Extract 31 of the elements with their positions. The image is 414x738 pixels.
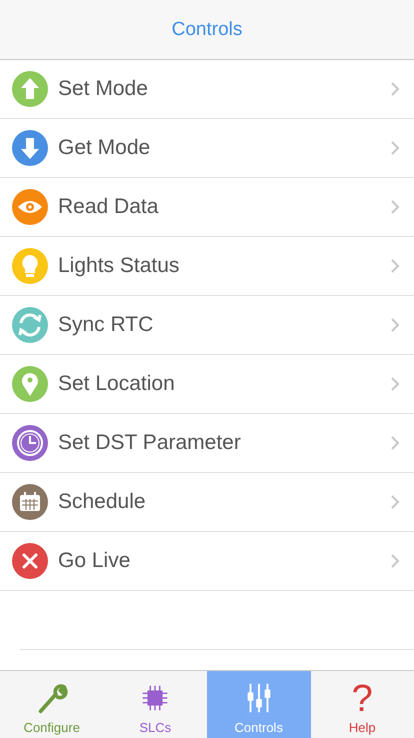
menu-item[interactable]: Lights Status — [0, 237, 414, 296]
chevron-icon — [390, 494, 400, 510]
menu-item-label: Lights Status — [58, 254, 180, 278]
menu-item-label: Read Data — [58, 195, 160, 219]
menu-item[interactable]: Read Data — [0, 178, 414, 237]
menu-item-label: Go Live — [58, 549, 132, 573]
menu-item[interactable]: Sync RTC — [0, 296, 414, 355]
chevron-icon — [390, 317, 400, 333]
chevron-icon — [390, 435, 400, 451]
chevron-icon — [390, 258, 400, 274]
chevron-icon — [390, 81, 400, 97]
menu-item[interactable]: Get Mode — [0, 119, 414, 178]
tab[interactable]: SLCs — [104, 671, 207, 738]
menu-item[interactable]: Schedule — [0, 473, 414, 532]
menu-item-label: Set Location — [58, 372, 176, 396]
menu-item-label: Get Mode — [58, 136, 152, 160]
screen-title: Controls — [172, 18, 242, 40]
menu-item-label: Sync RTC — [58, 313, 154, 337]
chevron-icon — [390, 376, 400, 392]
menu-item-label: Set Mode — [58, 77, 149, 101]
chevron-icon — [390, 140, 400, 156]
chevron-icon — [390, 553, 400, 569]
help-icon: ? — [352, 681, 373, 717]
chevron-icon — [390, 199, 400, 215]
tab[interactable]: ? Help — [310, 671, 414, 738]
menu-item-label: Set DST Parameter — [58, 431, 242, 455]
menu-item[interactable]: Set DST Parameter — [0, 414, 414, 473]
menu-item[interactable]: Go Live — [0, 532, 414, 591]
menu-item[interactable]: Set Mode — [0, 60, 414, 119]
menu-item[interactable]: Set Location — [0, 355, 414, 414]
menu-item-label: Schedule — [58, 490, 147, 514]
